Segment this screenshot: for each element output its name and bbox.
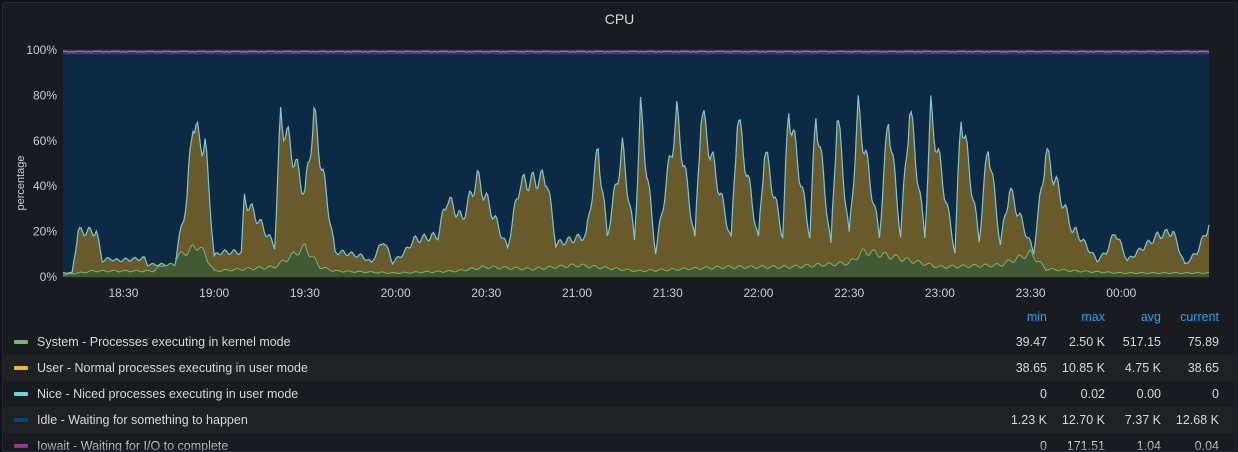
y-tick-label: 60% xyxy=(33,134,57,148)
x-tick-label: 00:00 xyxy=(1106,286,1136,300)
legend-table: min max avg current System - Processes e… xyxy=(3,305,1236,451)
cpu-chart[interactable]: 0% 20% 40% 60% 80% 100% 18:30 19:00 19:30 20:00 2… xyxy=(3,3,1236,303)
legend-row[interactable]: System - Processes executing in kernel m… xyxy=(3,329,1236,355)
x-axis-ticks: 18:30 19:00 19:30 20:00 20:30 21:00 21:30 22:00… xyxy=(108,286,1136,300)
legend-value-current: 0 xyxy=(1212,387,1219,401)
y-tick-label: 0% xyxy=(40,270,58,284)
y-tick-label: 20% xyxy=(33,225,57,239)
x-tick-label: 23:00 xyxy=(925,286,955,300)
legend-header-current[interactable]: current xyxy=(1139,310,1219,324)
legend-swatch xyxy=(14,366,28,370)
x-tick-label: 21:00 xyxy=(562,286,592,300)
legend-series-name[interactable]: System - Processes executing in kernel m… xyxy=(37,335,291,349)
legend-row[interactable]: Idle - Waiting for something to happen 1.… xyxy=(3,407,1236,433)
legend-row[interactable]: User - Normal processes executing in use… xyxy=(3,355,1236,381)
x-tick-label: 21:30 xyxy=(653,286,683,300)
legend-series-name[interactable]: User - Normal processes executing in use… xyxy=(37,361,308,375)
legend-rows: System - Processes executing in kernel m… xyxy=(3,329,1236,451)
y-axis-ticks: 0% 20% 40% 60% 80% 100% xyxy=(26,43,57,284)
x-tick-label: 19:00 xyxy=(199,286,229,300)
legend-row[interactable]: Nice - Niced processes executing in user… xyxy=(3,381,1236,407)
x-tick-label: 20:00 xyxy=(381,286,411,300)
x-tick-label: 19:30 xyxy=(290,286,320,300)
legend-value-current: 38.65 xyxy=(1187,361,1219,375)
y-tick-label: 80% xyxy=(33,88,57,102)
x-tick-label: 23:30 xyxy=(1016,286,1046,300)
legend-value-current: 75.89 xyxy=(1187,335,1219,349)
legend-series-name[interactable]: Idle - Waiting for something to happen xyxy=(37,413,248,427)
legend-swatch xyxy=(14,418,28,422)
y-tick-label: 100% xyxy=(26,43,57,57)
x-tick-label: 18:30 xyxy=(108,286,138,300)
legend-series-name[interactable]: Nice - Niced processes executing in user… xyxy=(37,387,298,401)
chart-areas xyxy=(62,50,1210,278)
y-tick-label: 40% xyxy=(33,179,57,193)
cpu-panel: CPU percentage 0% 20% 40% 60% 80% 100% 18:30 1… xyxy=(2,2,1237,452)
legend-swatch xyxy=(14,340,28,344)
legend-value-current: 12.68 K xyxy=(1175,413,1219,427)
x-tick-label: 20:30 xyxy=(471,286,501,300)
legend-header: min max avg current xyxy=(3,305,1236,329)
x-tick-label: 22:00 xyxy=(743,286,773,300)
legend-swatch xyxy=(14,392,28,396)
legend-scroll-fade xyxy=(3,441,1236,451)
x-tick-label: 22:30 xyxy=(834,286,864,300)
